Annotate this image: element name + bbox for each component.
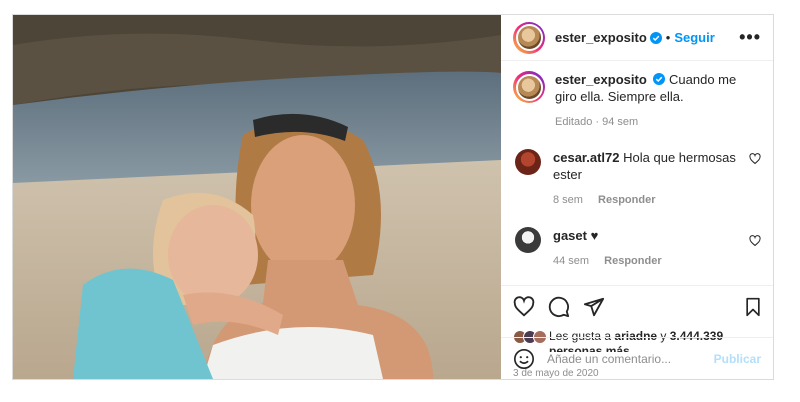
avatar-image — [515, 24, 543, 51]
comment-time: 8 sem — [553, 194, 583, 206]
instagram-post: ester_exposito • Seguir ••• ester_exposi… — [12, 14, 774, 380]
commenter-avatar[interactable] — [515, 149, 541, 175]
comment-meta: 8 sem Responder — [553, 192, 743, 209]
more-icon[interactable]: ••• — [739, 27, 761, 48]
comment-body: gaset ♥ 44 sem Responder — [553, 227, 743, 270]
comment-icon[interactable] — [548, 296, 570, 318]
comments-section: ester_exposito Cuando me giro ella. Siem… — [501, 61, 773, 285]
separator-dot: • — [665, 30, 671, 45]
comment-item: cesar.atl72 Hola que hermosas ester 8 se… — [513, 149, 761, 209]
comment-meta: 44 sem Responder — [553, 253, 743, 270]
comment-time: 44 sem — [553, 255, 590, 267]
action-bar — [501, 285, 773, 329]
post-photo[interactable] — [13, 15, 501, 379]
add-comment-bar: Publicar — [501, 337, 773, 379]
comment-like-icon[interactable] — [749, 153, 761, 165]
heart-icon[interactable] — [513, 296, 535, 318]
photo-illustration — [13, 15, 501, 379]
comment-body: cesar.atl72 Hola que hermosas ester 8 se… — [553, 149, 743, 209]
commenter-avatar[interactable] — [515, 227, 541, 253]
save-icon[interactable] — [743, 296, 763, 318]
comment-input[interactable] — [547, 351, 714, 366]
comment-username[interactable]: gaset — [553, 228, 587, 243]
avatar-image — [515, 73, 543, 101]
author-avatar[interactable] — [513, 21, 545, 54]
verified-icon — [649, 31, 662, 44]
reply-button[interactable]: Responder — [604, 255, 661, 267]
post-sidebar: ester_exposito • Seguir ••• ester_exposi… — [501, 15, 773, 379]
caption-avatar[interactable] — [513, 71, 545, 103]
publish-button[interactable]: Publicar — [714, 352, 761, 366]
caption-meta: Editado · 94 sem — [555, 116, 639, 128]
comment-text: ♥ — [590, 228, 599, 243]
verified-icon — [653, 73, 666, 85]
post-header: ester_exposito • Seguir ••• — [501, 15, 773, 61]
follow-button[interactable]: Seguir — [674, 30, 714, 45]
caption: ester_exposito Cuando me giro ella. Siem… — [513, 69, 761, 131]
comment-like-icon[interactable] — [749, 235, 761, 247]
author-username[interactable]: ester_exposito — [555, 30, 647, 45]
emoji-icon[interactable] — [513, 348, 535, 370]
caption-username[interactable]: ester_exposito — [555, 72, 647, 87]
caption-body: ester_exposito Cuando me giro ella. Siem… — [555, 71, 761, 131]
reply-button[interactable]: Responder — [598, 194, 655, 206]
comment-username[interactable]: cesar.atl72 — [553, 150, 620, 165]
comment-item: gaset ♥ 44 sem Responder — [513, 227, 761, 270]
share-icon[interactable] — [583, 296, 605, 318]
